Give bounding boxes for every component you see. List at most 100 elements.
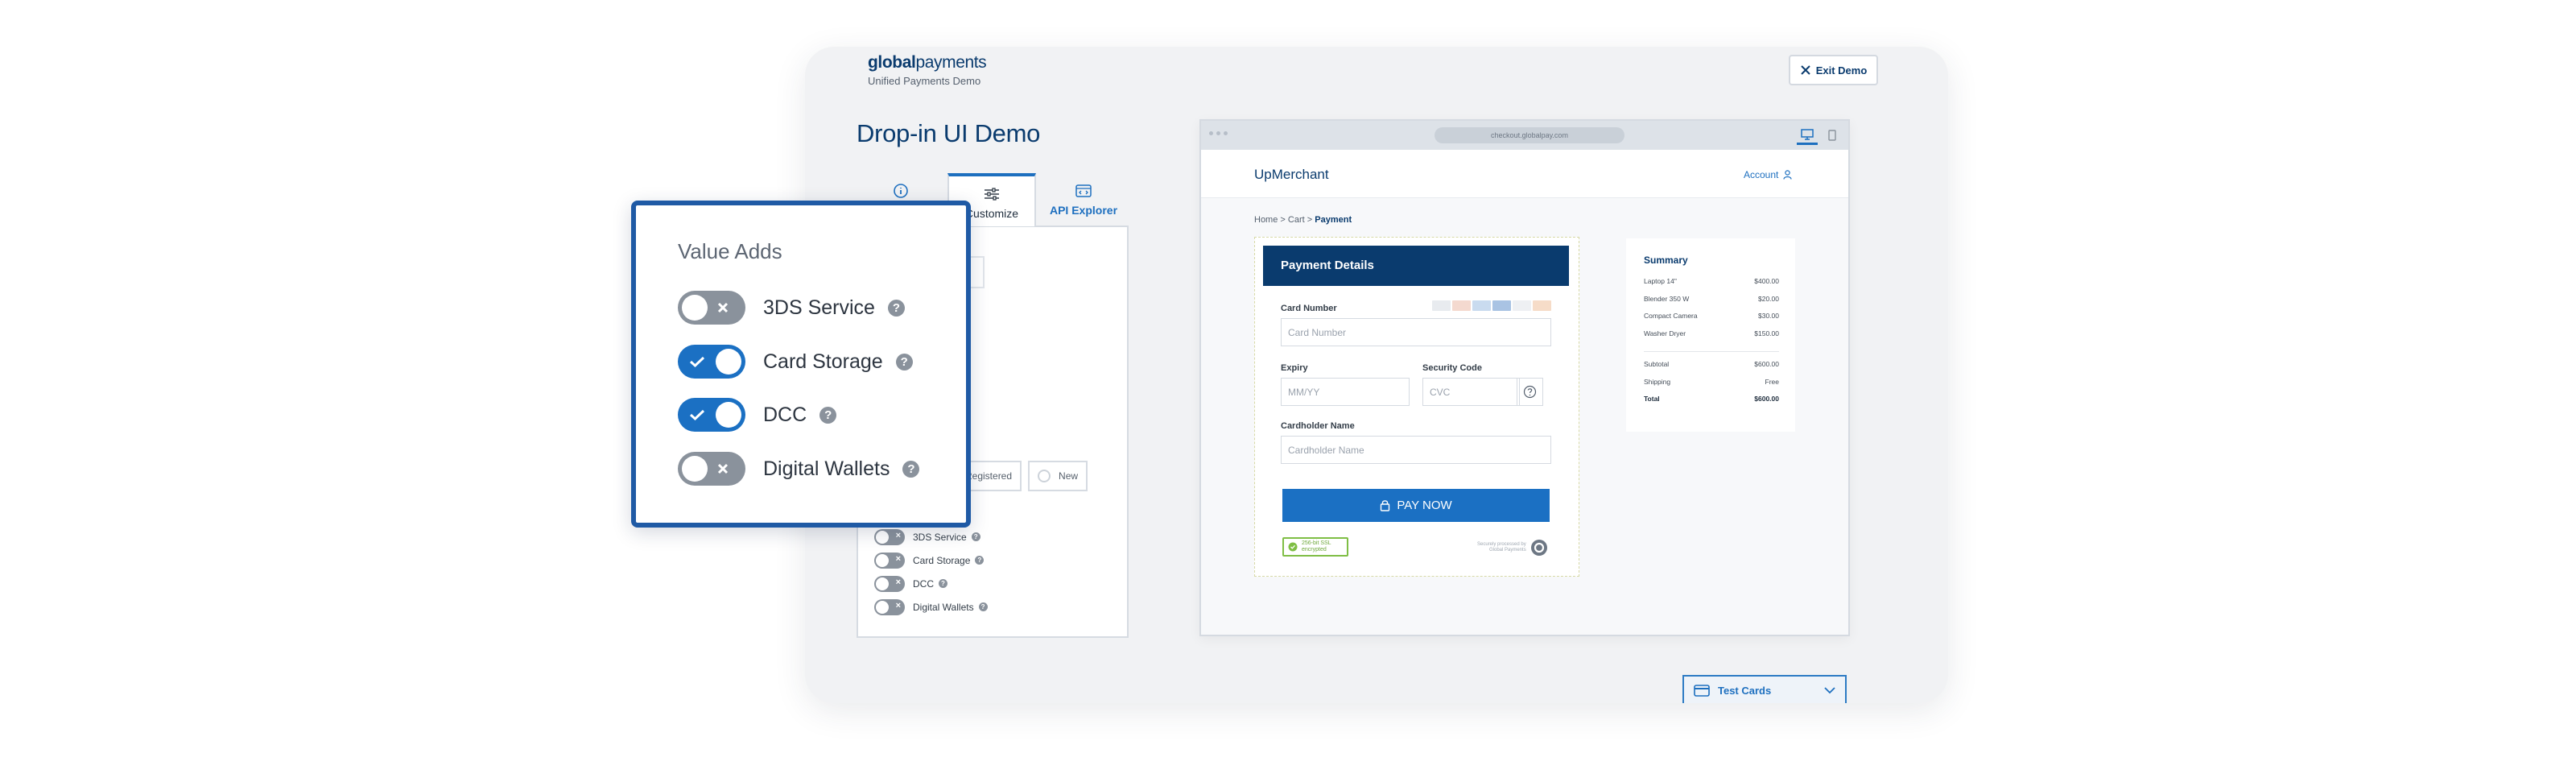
card-brand-icon [1533, 300, 1551, 311]
merchant-logo: UpMerchant [1254, 167, 1329, 182]
pay-now-button[interactable]: PAY NOW [1282, 489, 1550, 522]
value-add-label: Digital Wallets [763, 457, 890, 480]
shopper-option-new[interactable]: New [1028, 461, 1088, 491]
ssl-badge-line2: encrypted [1302, 547, 1327, 553]
value-add-row: × Digital Wallets? [874, 595, 988, 619]
value-add-row-3ds: 3DS Service ? [678, 290, 905, 325]
value-adds-popup: Value Adds 3DS Service ? Card Storage ? … [631, 201, 971, 528]
toggle-digital-wallets[interactable]: × [874, 598, 905, 615]
x-icon: × [895, 600, 901, 611]
summary-item: Washer Dryer $150.00 [1644, 329, 1779, 337]
breadcrumb-separator: > [1280, 215, 1286, 225]
sliders-icon [985, 188, 999, 201]
cvc-help-button[interactable] [1517, 378, 1543, 406]
exit-demo-label: Exit Demo [1815, 64, 1868, 77]
toggle-card-storage-large[interactable] [678, 345, 745, 379]
toggle-dcc-large[interactable] [678, 398, 745, 432]
toggle-dcc[interactable]: × [874, 575, 905, 592]
shopper-type-toggle: Registered New [956, 461, 1088, 491]
summary-item: Compact Camera $30.00 [1644, 312, 1779, 320]
credit-card-icon [1694, 684, 1710, 697]
user-icon [1783, 170, 1792, 180]
card-brand-icon [1432, 300, 1451, 311]
card-brand-icon [1492, 300, 1511, 311]
value-add-label: DCC [763, 403, 807, 426]
brand-logo: globalpayments Unified Payments Demo [868, 53, 987, 87]
test-cards-label: Test Cards [1718, 684, 1772, 697]
breadcrumb-home[interactable]: Home [1254, 215, 1278, 225]
tab-api-explorer[interactable]: API Explorer [1038, 173, 1129, 226]
summary-title: Summary [1644, 255, 1688, 266]
lock-icon [1381, 500, 1390, 511]
toggle-card-storage[interactable]: × [874, 552, 905, 569]
card-brand-icon [1452, 300, 1471, 311]
help-icon[interactable]: ? [978, 602, 988, 611]
global-payments-icon [1530, 540, 1547, 556]
breadcrumb-cart[interactable]: Cart [1288, 215, 1305, 225]
card-brand-icons [1432, 300, 1551, 311]
card-brand-icon [1472, 300, 1491, 311]
breadcrumb: Home > Cart > Payment [1254, 215, 1352, 225]
info-icon [894, 184, 908, 198]
window-controls [1209, 131, 1228, 135]
expiry-input[interactable]: MM/YY [1281, 378, 1410, 406]
toggle-digital-wallets-large[interactable] [678, 452, 745, 486]
summary-item: Blender 350 W $20.00 [1644, 294, 1779, 303]
pay-now-label: PAY NOW [1397, 499, 1452, 512]
help-icon[interactable]: ? [819, 406, 837, 424]
account-label: Account [1744, 169, 1779, 180]
value-add-row: × DCC? [874, 572, 988, 595]
help-icon[interactable]: ? [971, 532, 980, 541]
cardholder-name-label: Cardholder Name [1281, 421, 1355, 431]
desktop-view-button[interactable] [1797, 126, 1818, 145]
shield-icon [1288, 542, 1298, 552]
shopper-option-new-label: New [1059, 470, 1079, 482]
ssl-badge-line1: 256-bit SSL [1302, 540, 1331, 546]
x-icon: × [895, 530, 901, 540]
payment-details-header: Payment Details [1263, 246, 1569, 286]
secured-by-note: Securely processed by Global Payments [1477, 539, 1548, 557]
demo-window: globalpayments Unified Payments Demo Exi… [805, 47, 1948, 703]
toggle-3ds-service[interactable]: × [874, 528, 905, 545]
secured-by-line1: Securely processed by [1477, 542, 1526, 547]
mobile-view-button[interactable] [1823, 126, 1842, 145]
cardholder-name-input[interactable]: Cardholder Name [1281, 436, 1551, 464]
summary-divider [1644, 351, 1779, 352]
merchant-header: UpMerchant Account [1201, 150, 1848, 198]
value-add-label: Card Storage [763, 350, 883, 373]
summary-item: Laptop 14" $400.00 [1644, 277, 1779, 285]
card-number-input[interactable]: Card Number [1281, 318, 1551, 346]
value-add-row: × 3DS Service? [874, 525, 988, 548]
summary-subtotal: Subtotal $600.00 [1644, 360, 1779, 368]
breadcrumb-separator: > [1307, 215, 1313, 225]
value-add-row-digital-wallets: Digital Wallets ? [678, 451, 920, 486]
url-bar: checkout.globalpay.com [1435, 127, 1624, 143]
check-icon [689, 356, 705, 368]
value-add-label: Card Storage [913, 554, 971, 566]
toggle-3ds-service-large[interactable] [678, 291, 745, 325]
help-icon[interactable]: ? [975, 556, 985, 565]
payment-form: Payment Details Card Number Card Number … [1254, 237, 1579, 577]
cvc-input[interactable]: CVC [1422, 378, 1520, 406]
summary-total: Total $600.00 [1644, 395, 1779, 403]
value-add-label: 3DS Service [763, 296, 875, 319]
help-icon[interactable]: ? [895, 353, 913, 370]
security-code-label: Security Code [1422, 363, 1482, 373]
help-icon[interactable]: ? [887, 299, 905, 317]
ssl-badge: 256-bit SSL encrypted [1282, 537, 1348, 557]
brand-subtitle: Unified Payments Demo [868, 75, 981, 87]
breadcrumb-current: Payment [1315, 215, 1352, 225]
card-number-label: Card Number [1281, 304, 1337, 313]
order-summary: Summary Laptop 14" $400.00 Blender 350 W $… [1626, 238, 1795, 432]
value-add-row: × Card Storage? [874, 548, 988, 572]
value-add-label: 3DS Service [913, 531, 967, 543]
help-icon[interactable]: ? [939, 579, 947, 588]
test-cards-drawer[interactable]: Test Cards [1682, 675, 1847, 703]
account-link[interactable]: Account [1744, 169, 1792, 180]
value-add-label: DCC [913, 577, 934, 590]
close-icon [1800, 65, 1810, 75]
help-icon[interactable]: ? [902, 460, 920, 478]
card-brand-icon [1513, 300, 1531, 311]
exit-demo-button[interactable]: Exit Demo [1789, 55, 1878, 85]
value-adds-list: × 3DS Service? × Card Storage? × DCC? × Digi… [874, 525, 988, 619]
